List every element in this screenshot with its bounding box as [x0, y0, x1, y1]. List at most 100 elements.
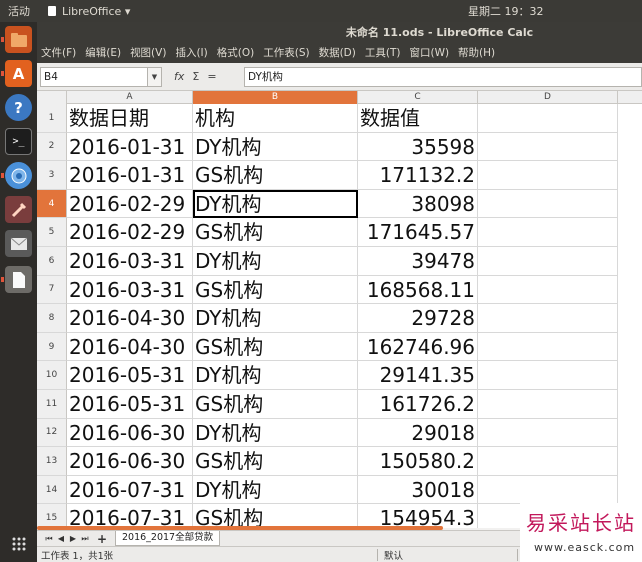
- row-header[interactable]: 5: [37, 218, 67, 247]
- row-header[interactable]: 8: [37, 304, 67, 333]
- menu-format[interactable]: 格式(O): [217, 45, 254, 60]
- cell-c1[interactable]: 数据值: [358, 104, 478, 133]
- cell-a7[interactable]: 2016-03-31: [67, 275, 193, 305]
- cell-c7[interactable]: 168568.11: [358, 275, 478, 305]
- cell-b13[interactable]: GS机构: [193, 447, 358, 476]
- cell-a3[interactable]: 2016-01-31: [67, 161, 193, 190]
- spreadsheet-grid[interactable]: A B C D 1 数据日期 机构 数据值 2 2016-01-31 DY机构 35598 3 2…: [37, 91, 642, 528]
- column-header-a[interactable]: A: [67, 91, 193, 104]
- last-sheet-icon[interactable]: ⏭: [79, 534, 91, 544]
- sheet-tab[interactable]: 2016_2017全部贷款: [115, 531, 221, 546]
- cell-b9[interactable]: GS机构: [193, 332, 358, 362]
- cell-c9[interactable]: 162746.96: [358, 332, 478, 362]
- cell-a5[interactable]: 2016-02-29: [67, 218, 193, 247]
- cell-a13[interactable]: 2016-06-30: [67, 447, 193, 476]
- menu-window[interactable]: 窗口(W): [409, 45, 449, 60]
- row-header[interactable]: 1: [37, 104, 67, 133]
- row-header[interactable]: 10: [37, 361, 67, 390]
- activities-button[interactable]: 活动: [0, 3, 40, 19]
- mail-icon[interactable]: [5, 230, 32, 257]
- menu-edit[interactable]: 编辑(E): [85, 45, 121, 60]
- app-menu[interactable]: LibreOffice ▾: [48, 5, 130, 18]
- cell-d7[interactable]: [478, 275, 618, 305]
- cell-a12[interactable]: 2016-06-30: [67, 418, 193, 448]
- cell-a11[interactable]: 2016-05-31: [67, 390, 193, 419]
- cell-b1[interactable]: 机构: [193, 104, 358, 133]
- menu-tools[interactable]: 工具(T): [365, 45, 401, 60]
- software-center-icon[interactable]: A: [1, 60, 32, 87]
- row-header[interactable]: 2: [37, 132, 67, 162]
- row-header[interactable]: 7: [37, 275, 67, 305]
- cell-c14[interactable]: 30018: [358, 475, 478, 505]
- cell-c4[interactable]: 38098: [358, 189, 478, 219]
- document-file-icon[interactable]: [1, 266, 32, 293]
- row-header[interactable]: 12: [37, 418, 67, 448]
- cell-b8[interactable]: DY机构: [193, 304, 358, 333]
- cell-a10[interactable]: 2016-05-31: [67, 361, 193, 390]
- cell-c5[interactable]: 171645.57: [358, 218, 478, 247]
- column-header-d[interactable]: D: [478, 91, 618, 104]
- cell-a15[interactable]: 2016-07-31: [67, 504, 193, 528]
- cell-d2[interactable]: [478, 132, 618, 162]
- cell-d11[interactable]: [478, 390, 618, 419]
- cell-c11[interactable]: 161726.2: [358, 390, 478, 419]
- cell-b11[interactable]: GS机构: [193, 390, 358, 419]
- cell-a14[interactable]: 2016-07-31: [67, 475, 193, 505]
- cell-d12[interactable]: [478, 418, 618, 448]
- cell-c13[interactable]: 150580.2: [358, 447, 478, 476]
- first-sheet-icon[interactable]: ⏮: [43, 534, 55, 544]
- cell-b6[interactable]: DY机构: [193, 247, 358, 276]
- cell-d1[interactable]: [478, 104, 618, 133]
- prev-sheet-icon[interactable]: ◀: [55, 534, 67, 543]
- cell-c15[interactable]: 154954.3: [358, 504, 478, 528]
- cell-d8[interactable]: [478, 304, 618, 333]
- row-header[interactable]: 11: [37, 390, 67, 419]
- row-header[interactable]: 13: [37, 447, 67, 476]
- add-sheet-icon[interactable]: +: [95, 532, 109, 546]
- menu-help[interactable]: 帮助(H): [458, 45, 495, 60]
- function-wizard-button[interactable]: fx: [174, 70, 184, 83]
- column-header-c[interactable]: C: [358, 91, 478, 104]
- cell-a6[interactable]: 2016-03-31: [67, 247, 193, 276]
- cell-d10[interactable]: [478, 361, 618, 390]
- clock[interactable]: 星期二 19：32: [468, 3, 544, 19]
- cell-b15[interactable]: GS机构: [193, 504, 358, 528]
- menu-insert[interactable]: 插入(I): [175, 45, 207, 60]
- formula-button[interactable]: =: [207, 70, 216, 83]
- cell-d4[interactable]: [478, 189, 618, 219]
- cell-b14[interactable]: DY机构: [193, 475, 358, 505]
- cell-b2[interactable]: DY机构: [193, 132, 358, 162]
- sum-button[interactable]: Σ: [192, 70, 199, 83]
- menu-sheet[interactable]: 工作表(S): [263, 45, 309, 60]
- row-header[interactable]: 15: [37, 504, 67, 528]
- chevron-down-icon[interactable]: ▼: [148, 66, 162, 87]
- cell-a2[interactable]: 2016-01-31: [67, 132, 193, 162]
- cell-b10[interactable]: DY机构: [193, 361, 358, 390]
- cell-a1[interactable]: 数据日期: [67, 104, 193, 133]
- app-grid-icon[interactable]: [5, 530, 32, 557]
- name-box[interactable]: B4: [40, 66, 148, 87]
- cell-d6[interactable]: [478, 247, 618, 276]
- row-header[interactable]: 3: [37, 161, 67, 190]
- cell-b12[interactable]: DY机构: [193, 418, 358, 448]
- select-all-corner[interactable]: [37, 91, 67, 104]
- menu-view[interactable]: 视图(V): [130, 45, 166, 60]
- settings-tools-icon[interactable]: [5, 196, 32, 223]
- cell-d13[interactable]: [478, 447, 618, 476]
- cell-b3[interactable]: GS机构: [193, 161, 358, 190]
- cell-c8[interactable]: 29728: [358, 304, 478, 333]
- column-header-b[interactable]: B: [193, 91, 358, 104]
- menu-file[interactable]: 文件(F): [41, 45, 76, 60]
- row-header[interactable]: 14: [37, 475, 67, 505]
- cell-c12[interactable]: 29018: [358, 418, 478, 448]
- cell-b7[interactable]: GS机构: [193, 275, 358, 305]
- row-header[interactable]: 9: [37, 332, 67, 362]
- cell-c2[interactable]: 35598: [358, 132, 478, 162]
- cell-b4[interactable]: DY机构: [193, 189, 358, 219]
- browser-icon[interactable]: [1, 162, 32, 189]
- cell-a8[interactable]: 2016-04-30: [67, 304, 193, 333]
- cell-d9[interactable]: [478, 332, 618, 362]
- cell-a4[interactable]: 2016-02-29: [67, 189, 193, 219]
- terminal-icon[interactable]: >_: [5, 128, 32, 155]
- cell-b5[interactable]: GS机构: [193, 218, 358, 247]
